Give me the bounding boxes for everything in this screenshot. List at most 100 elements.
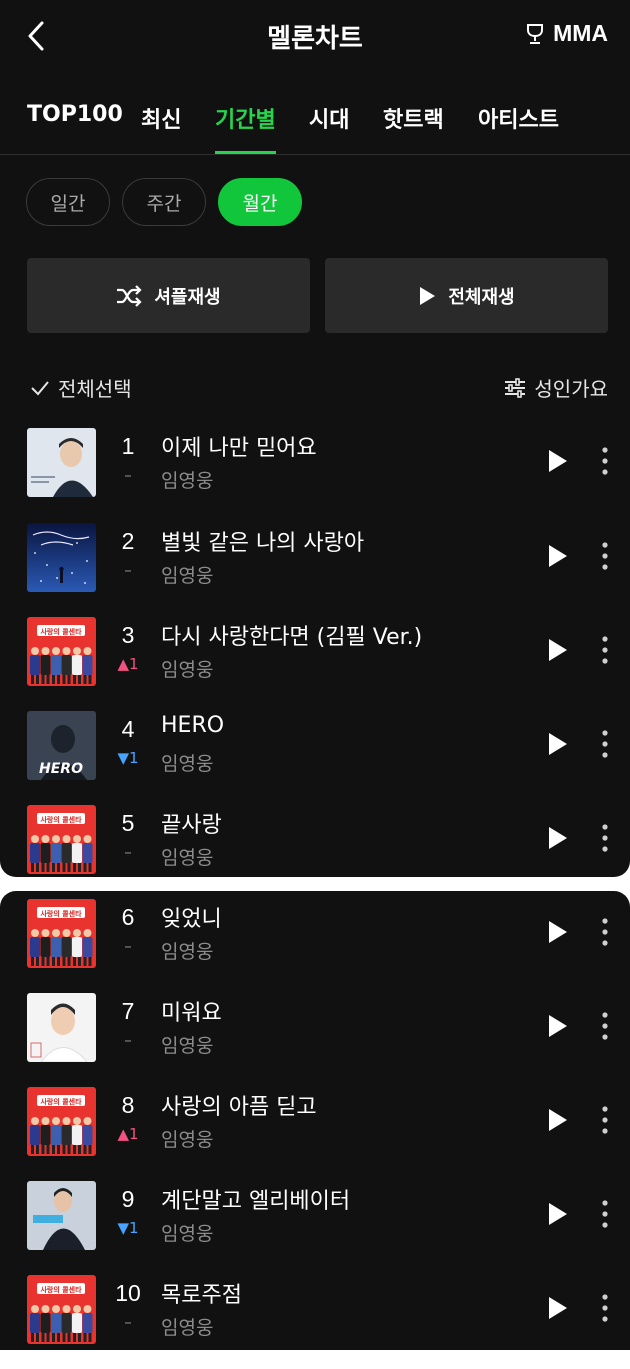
more-options-button[interactable] [594,446,616,476]
album-cover[interactable] [27,428,96,497]
more-options-button[interactable] [594,541,616,571]
artist-name[interactable]: 임영웅 [161,561,213,588]
song-title[interactable]: 잊었니 [161,901,222,933]
rank-change: – [124,937,132,955]
select-all-toggle[interactable]: 전체선택 [30,373,132,402]
adult-songs-filter[interactable]: 성인가요 [504,373,608,402]
chart-tabs: TOP100 최신 기간별 시대 핫트랙 아티스트 [0,98,630,155]
song-title[interactable]: 미워요 [161,995,222,1027]
song-play-button[interactable] [544,637,570,663]
rank-change: ▼1 [117,749,139,767]
song-play-button[interactable] [544,448,570,474]
album-cover[interactable] [27,523,96,592]
song-row[interactable]: 사랑의 콜센타 8 ▲1 사랑의 아픔 딛고 임영웅 [0,1087,630,1181]
more-options-button[interactable] [594,1293,616,1323]
tab-latest[interactable]: 최신 [141,102,181,134]
song-row[interactable]: 사랑의 콜센타 3 ▲1 다시 사랑한다면 (김필 Ver.) 임영웅 [0,617,630,711]
song-title[interactable]: 목로주점 [161,1277,242,1309]
period-monthly-button[interactable]: 월간 [218,178,302,226]
album-cover[interactable]: 사랑의 콜센타 [27,1087,96,1156]
song-row[interactable]: 1 – 이제 나만 믿어요 임영웅 [0,428,630,522]
artist-name[interactable]: 임영웅 [161,937,213,964]
song-title[interactable]: 별빛 같은 나의 사랑아 [161,525,364,557]
rank-number: 3 [121,622,135,648]
album-art-image [27,523,96,592]
song-play-button[interactable] [544,1201,570,1227]
more-vertical-icon [602,824,608,852]
tab-era[interactable]: 시대 [309,102,349,134]
more-options-button[interactable] [594,635,616,665]
trophy-icon [527,23,544,44]
tab-artist[interactable]: 아티스트 [478,102,559,134]
more-options-button[interactable] [594,917,616,947]
rank-number: 5 [121,810,135,836]
song-play-button[interactable] [544,825,570,851]
album-cover[interactable] [27,993,96,1062]
shuffle-play-label: 셔플재생 [154,286,221,308]
svg-text:사랑의 콜센타: 사랑의 콜센타 [40,815,82,824]
back-button[interactable] [20,18,56,54]
artist-name[interactable]: 임영웅 [161,843,213,870]
song-title[interactable]: 끝사랑 [161,807,222,839]
svg-text:사랑의 콜센타: 사랑의 콜센타 [40,909,82,918]
rank-number: 8 [121,1092,135,1118]
song-row[interactable]: 2 – 별빛 같은 나의 사랑아 임영웅 [0,523,630,617]
song-title[interactable]: 계단말고 엘리베이터 [161,1183,350,1215]
song-play-button[interactable] [544,543,570,569]
song-title[interactable]: 다시 사랑한다면 (김필 Ver.) [161,619,422,651]
song-title[interactable]: 이제 나만 믿어요 [161,430,317,462]
svg-text:사랑의 콜센타: 사랑의 콜센타 [40,627,82,636]
tab-top100[interactable]: TOP100 [27,102,123,127]
album-art-image: HERO [27,711,96,780]
album-cover[interactable]: 사랑의 콜센타 [27,805,96,874]
period-daily-button[interactable]: 일간 [26,178,110,226]
more-options-button[interactable] [594,1011,616,1041]
album-cover[interactable] [27,1181,96,1250]
artist-name[interactable]: 임영웅 [161,1313,213,1340]
play-icon [549,450,567,472]
album-cover[interactable]: 사랑의 콜센타 [27,899,96,968]
album-cover[interactable]: 사랑의 콜센타 [27,617,96,686]
song-play-button[interactable] [544,731,570,757]
artist-name[interactable]: 임영웅 [161,749,213,776]
song-play-button[interactable] [544,919,570,945]
more-vertical-icon [602,1012,608,1040]
rank-number: 1 [121,433,135,459]
play-icon [549,1109,567,1131]
shuffle-play-button[interactable]: 셔플재생 [27,258,310,333]
rank-number: 6 [121,904,135,930]
song-row[interactable]: 사랑의 콜센타 10 – 목로주점 임영웅 [0,1275,630,1369]
more-options-button[interactable] [594,1105,616,1135]
artist-name[interactable]: 임영웅 [161,1219,213,1246]
album-art-image [27,428,96,497]
song-play-button[interactable] [544,1295,570,1321]
song-row[interactable]: 사랑의 콜센타 6 – 잊었니 임영웅 [0,899,630,993]
artist-name[interactable]: 임영웅 [161,1031,213,1058]
song-title[interactable]: HERO [161,713,224,738]
more-options-button[interactable] [594,1199,616,1229]
artist-name[interactable]: 임영웅 [161,466,213,493]
tab-hottrack[interactable]: 핫트랙 [383,102,444,134]
song-row[interactable]: 사랑의 콜센타 5 – 끝사랑 임영웅 [0,805,630,899]
tab-period[interactable]: 기간별 [215,102,276,134]
more-vertical-icon [602,1106,608,1134]
play-all-button[interactable]: 전체재생 [325,258,608,333]
mma-award-button[interactable]: MMA [523,20,608,47]
song-title[interactable]: 사랑의 아픔 딛고 [161,1089,317,1121]
artist-name[interactable]: 임영웅 [161,655,213,682]
play-icon [549,827,567,849]
period-weekly-button[interactable]: 주간 [122,178,206,226]
svg-text:사랑의 콜센타: 사랑의 콜센타 [40,1285,82,1294]
song-row[interactable]: 7 – 미워요 임영웅 [0,993,630,1087]
more-options-button[interactable] [594,823,616,853]
album-cover[interactable]: HERO [27,711,96,780]
rank-change: ▲1 [117,655,139,673]
song-row[interactable]: HERO 4 ▼1 HERO 임영웅 [0,711,630,805]
song-play-button[interactable] [544,1107,570,1133]
checkmark-icon [31,380,49,395]
artist-name[interactable]: 임영웅 [161,1125,213,1152]
song-row[interactable]: 9 ▼1 계단말고 엘리베이터 임영웅 [0,1181,630,1275]
more-options-button[interactable] [594,729,616,759]
song-play-button[interactable] [544,1013,570,1039]
album-cover[interactable]: 사랑의 콜센타 [27,1275,96,1344]
